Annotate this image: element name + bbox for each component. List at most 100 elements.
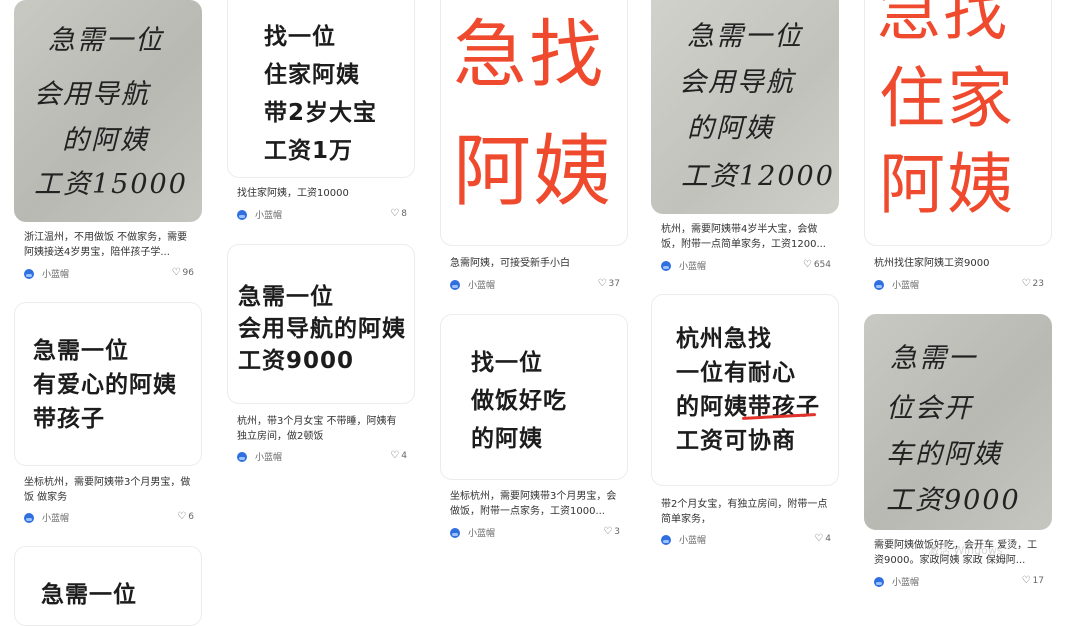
post-cover-image[interactable]: 急需一位 会用导航的阿姨 工资9000	[227, 244, 415, 404]
cover-text: 工资可协商	[676, 428, 796, 454]
like-count: 96	[182, 268, 194, 278]
like-count: 654	[813, 260, 831, 270]
heart-outline-icon: ♡	[171, 267, 181, 278]
like-button[interactable]: ♡ 654	[803, 259, 831, 270]
like-button[interactable]: ♡ 4	[814, 533, 831, 544]
post-cover-image[interactable]: 急需一位 会用导航 的阿姨 工资12000	[651, 0, 839, 214]
heart-outline-icon: ♡	[597, 278, 607, 289]
cover-text: 找一位	[264, 24, 336, 50]
post-description[interactable]: 浙江温州，不用做饭 不做家务，需要阿姨接送4岁男宝，陪伴孩子学...	[24, 230, 192, 260]
avatar[interactable]	[874, 280, 884, 290]
post-meta: 小蓝帽 ♡ 17	[874, 575, 1044, 589]
heart-outline-icon: ♡	[814, 533, 824, 544]
like-count: 4	[401, 451, 407, 461]
post-cover-image[interactable]: 急需一位 有爱心的阿姨 带孩子	[14, 302, 202, 466]
author-name[interactable]: 小蓝帽	[42, 267, 69, 280]
post-cover-image[interactable]: 急找 住家 阿姨	[864, 0, 1052, 246]
avatar[interactable]	[661, 535, 671, 545]
cover-text: 会用导航	[34, 79, 150, 110]
cover-text: 会用导航的阿姨	[238, 316, 406, 342]
post-meta: 小蓝帽 ♡ 4	[237, 450, 407, 464]
heart-outline-icon: ♡	[390, 208, 400, 219]
post-description[interactable]: 坐标杭州，需要阿姨带3个月男宝，做饭 做家务	[24, 475, 192, 505]
post-cover-image[interactable]: 急找 阿姨	[440, 0, 628, 246]
cover-text: 阿姨	[453, 127, 614, 217]
post-meta: 小蓝帽 ♡ 23	[874, 278, 1044, 292]
avatar[interactable]	[874, 577, 884, 587]
author-name[interactable]: 小蓝帽	[468, 526, 495, 539]
avatar[interactable]	[450, 280, 460, 290]
cover-text: 车的阿姨	[886, 439, 1002, 470]
cover-text: 带2岁大宝	[264, 100, 378, 126]
like-count: 3	[614, 527, 620, 537]
like-button[interactable]: ♡ 17	[1022, 575, 1044, 586]
cover-text: 急需一	[890, 343, 977, 374]
post-meta: 小蓝帽 ♡ 654	[661, 259, 831, 273]
post-cover-image[interactable]: 杭州急找 一位有耐心 的阿姨带孩子 工资可协商	[651, 294, 839, 486]
like-button[interactable]: ♡ 37	[598, 278, 620, 289]
like-count: 37	[608, 279, 620, 289]
like-count: 23	[1032, 279, 1044, 289]
post-cover-image[interactable]: 找一位 住家阿姨 带2岁大宝 工资1万	[227, 0, 415, 178]
author-name[interactable]: 小蓝帽	[679, 259, 706, 272]
cover-text: 急需一位	[48, 25, 164, 56]
post-meta: 小蓝帽 ♡ 6	[24, 511, 194, 525]
avatar[interactable]	[237, 210, 247, 220]
cover-text: 急需一位	[33, 338, 129, 364]
post-description[interactable]: 找住家阿姨，工资10000	[237, 186, 405, 201]
post-cover-image[interactable]: 找一位 做饭好吃 的阿姨	[440, 314, 628, 480]
cover-text: 会用导航	[679, 67, 795, 98]
author-name[interactable]: 小蓝帽	[255, 450, 282, 463]
like-button[interactable]: ♡ 6	[177, 511, 194, 522]
author-name[interactable]: 小蓝帽	[892, 278, 919, 291]
avatar[interactable]	[237, 452, 247, 462]
post-description[interactable]: 杭州，需要阿姨带4岁半大宝，会做饭，附带一点简单家务，工资1200...	[661, 222, 829, 252]
cover-text: 的阿姨	[687, 113, 774, 144]
cover-text: 住家	[879, 60, 1015, 137]
post-cover-image[interactable]: 急需一位 会用导航 的阿姨 工资15000	[14, 0, 202, 222]
post-cover-image[interactable]: 急需一 位会开 车的阿姨 工资9000	[864, 314, 1052, 530]
cover-text: 工资12000	[681, 161, 835, 192]
cover-text: 杭州急找	[676, 326, 772, 352]
cover-text: 有爱心的阿姨	[33, 372, 177, 398]
heart-outline-icon: ♡	[390, 450, 400, 461]
author-name[interactable]: 小蓝帽	[679, 533, 706, 546]
avatar[interactable]	[24, 513, 34, 523]
heart-outline-icon: ♡	[1021, 575, 1031, 586]
cover-text: 找一位	[471, 350, 543, 376]
post-meta: 小蓝帽 ♡ 3	[450, 526, 620, 540]
author-name[interactable]: 小蓝帽	[255, 208, 282, 221]
author-name[interactable]: 小蓝帽	[892, 575, 919, 588]
post-description[interactable]: 急需阿姨，可接受新手小白	[450, 256, 618, 271]
post-description[interactable]: 带2个月女宝，有独立房间，附带一点简单家务，	[661, 497, 829, 527]
like-button[interactable]: ♡ 23	[1022, 278, 1044, 289]
author-name[interactable]: 小蓝帽	[42, 511, 69, 524]
heart-outline-icon: ♡	[177, 511, 187, 522]
avatar[interactable]	[24, 269, 34, 279]
like-count: 4	[825, 534, 831, 544]
cover-text: 急需一位	[41, 582, 137, 608]
like-count: 8	[401, 209, 407, 219]
post-description[interactable]: 杭州，带3个月女宝 不带睡，阿姨有独立房间，做2顿饭	[237, 414, 405, 444]
like-button[interactable]: ♡ 4	[390, 450, 407, 461]
post-cover-image[interactable]: 急需一位	[14, 546, 202, 626]
cover-text: 带孩子	[33, 406, 105, 432]
avatar[interactable]	[450, 528, 460, 538]
cover-text: 工资9000	[238, 348, 355, 374]
system-watermark: 激活 Windows	[928, 544, 1003, 557]
cover-text: 急找	[453, 12, 605, 98]
post-meta: 小蓝帽 ♡ 4	[661, 533, 831, 547]
heart-outline-icon: ♡	[603, 526, 613, 537]
cover-text: 工资15000	[34, 169, 188, 200]
cover-text: 的阿姨	[471, 426, 543, 452]
like-button[interactable]: ♡ 3	[603, 526, 620, 537]
post-description[interactable]: 坐标杭州，需要阿姨带3个月男宝，会做饭，附带一点家务，工资1000...	[450, 489, 618, 519]
author-name[interactable]: 小蓝帽	[468, 278, 495, 291]
avatar[interactable]	[661, 261, 671, 271]
post-description[interactable]: 杭州找住家阿姨工资9000	[874, 256, 1042, 271]
like-button[interactable]: ♡ 8	[390, 208, 407, 219]
heart-outline-icon: ♡	[1021, 278, 1031, 289]
heart-outline-icon: ♡	[802, 259, 812, 270]
cover-text: 工资1万	[264, 138, 354, 164]
like-button[interactable]: ♡ 96	[172, 267, 194, 278]
